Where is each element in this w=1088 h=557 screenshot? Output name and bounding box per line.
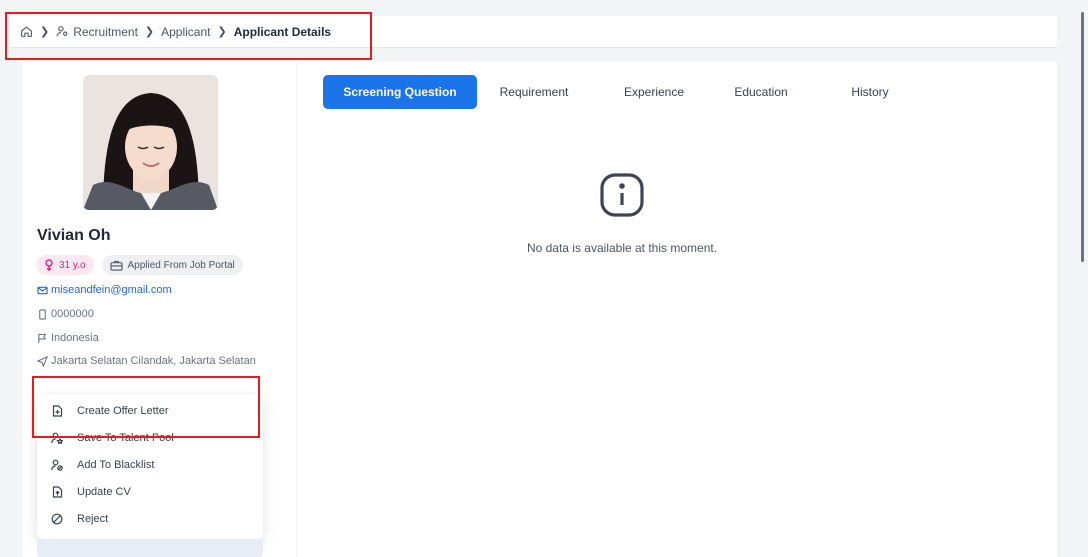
- phone-icon: [39, 309, 46, 320]
- tab-screening-question[interactable]: Screening Question: [323, 75, 477, 109]
- add-to-blacklist-label: Add To Blacklist: [77, 459, 155, 471]
- update-cv-label: Update CV: [77, 486, 131, 498]
- update-cv-item[interactable]: Update CV: [37, 479, 263, 505]
- user-block-icon: [51, 459, 63, 471]
- avatar: [83, 75, 218, 210]
- add-to-blacklist-item[interactable]: Add To Blacklist: [37, 452, 263, 478]
- email-text[interactable]: miseandfein@gmail.com: [51, 282, 172, 299]
- age-badge: 31 y.o: [36, 255, 94, 275]
- address-line: Jakarta Selatan Cilandak, Jakarta Selata…: [37, 353, 277, 370]
- address-text: Jakarta Selatan Cilandak, Jakarta Selata…: [51, 355, 256, 367]
- navigation-icon: [37, 356, 48, 367]
- female-icon: [45, 259, 53, 271]
- tab-education[interactable]: Education: [717, 75, 805, 109]
- phone-line: 0000000: [37, 306, 277, 323]
- applicant-name: Vivian Oh: [37, 227, 111, 244]
- source-badge-label: Applied From Job Portal: [127, 259, 235, 271]
- highlight-breadcrumb: [5, 12, 372, 60]
- highlight-create-offer-letter: [32, 376, 260, 438]
- tab-experience[interactable]: Experience: [591, 75, 717, 109]
- file-upload-icon: [51, 486, 63, 498]
- tab-requirement[interactable]: Requirement: [477, 75, 591, 109]
- country-text: Indonesia: [51, 332, 99, 344]
- tab-history[interactable]: History: [805, 75, 935, 109]
- empty-state: No data is available at this moment.: [297, 172, 947, 255]
- age-badge-label: 31 y.o: [59, 259, 86, 271]
- info-icon: [599, 172, 645, 223]
- reject-label: Reject: [77, 513, 109, 525]
- mail-icon: [37, 286, 48, 295]
- country-line: Indonesia: [37, 330, 277, 347]
- applicant-details-panel: Screening Question Requirement Experienc…: [297, 62, 1057, 557]
- tab-bar: Screening Question Requirement Experienc…: [323, 75, 935, 109]
- briefcase-icon: [109, 260, 123, 271]
- email-line[interactable]: miseandfein@gmail.com: [37, 282, 277, 299]
- scrollbar[interactable]: [1081, 12, 1084, 262]
- ban-icon: [51, 513, 63, 525]
- empty-state-message: No data is available at this moment.: [526, 241, 718, 255]
- flag-icon: [38, 333, 47, 344]
- actions-toggle-button[interactable]: [37, 539, 263, 557]
- phone-text: 0000000: [51, 308, 94, 320]
- source-badge: Applied From Job Portal: [101, 255, 243, 275]
- reject-item[interactable]: Reject: [37, 506, 263, 532]
